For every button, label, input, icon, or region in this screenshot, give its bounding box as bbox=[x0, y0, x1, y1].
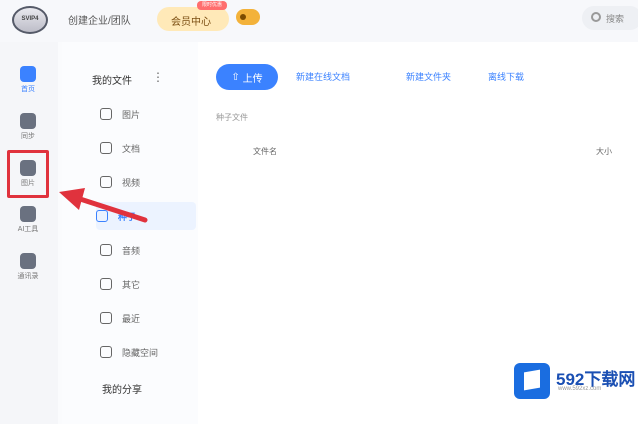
gamepad-icon[interactable] bbox=[236, 9, 260, 25]
new-online-doc-button[interactable]: 新建在线文档 bbox=[296, 70, 350, 83]
clock-icon bbox=[100, 312, 112, 324]
folder-item-label: 隐藏空间 bbox=[122, 347, 159, 358]
watermark: 592下载网 www.592xz.com bbox=[514, 363, 638, 403]
lock-icon bbox=[100, 346, 112, 358]
upload-button[interactable]: ⇧ 上传 bbox=[216, 64, 278, 90]
folder-item-images[interactable]: 图片 bbox=[100, 100, 210, 128]
top-bar: SVIP4 创建企业/团队 限时优惠 会员中心 搜索 bbox=[0, 0, 638, 42]
watermark-logo-icon bbox=[514, 363, 550, 399]
my-shares-link[interactable]: 我的分享 bbox=[102, 381, 142, 396]
upload-icon: ⇧ bbox=[231, 71, 243, 83]
nav-label: AI工具 bbox=[17, 226, 39, 233]
my-files-title[interactable]: 我的文件 bbox=[92, 72, 132, 87]
column-header-name[interactable]: 文件名 bbox=[253, 146, 277, 157]
highlight-box bbox=[7, 150, 49, 198]
sync-icon bbox=[20, 113, 36, 129]
annotation-arrow bbox=[59, 188, 148, 223]
create-team-link[interactable]: 创建企业/团队 bbox=[68, 12, 131, 27]
vip-center-button[interactable]: 限时优惠 会员中心 bbox=[157, 1, 229, 31]
contacts-icon bbox=[20, 253, 36, 269]
folder-item-documents[interactable]: 文档 bbox=[100, 134, 210, 162]
nav-item-home[interactable]: 首页 bbox=[8, 60, 48, 102]
nav-item-contacts[interactable]: 通讯录 bbox=[8, 247, 48, 289]
more-options-icon[interactable]: ⋮ bbox=[152, 70, 164, 84]
folder-item-label: 文档 bbox=[122, 143, 141, 154]
new-folder-button[interactable]: 新建文件夹 bbox=[406, 70, 451, 83]
offline-download-button[interactable]: 离线下载 bbox=[488, 70, 524, 83]
nav-item-sync[interactable]: 同步 bbox=[8, 107, 48, 149]
folder-item-label: 图片 bbox=[122, 109, 141, 120]
logo-text: SVIP4 bbox=[21, 16, 39, 22]
folder-panel: 我的文件 ⋮ 图片 文档 视频 种子 音频 其它 最近 隐藏空间 我的分享 bbox=[62, 42, 198, 424]
search-placeholder: 搜索 bbox=[606, 14, 625, 24]
nav-label: 同步 bbox=[21, 133, 35, 140]
document-icon bbox=[100, 142, 112, 154]
folder-item-audio[interactable]: 音频 bbox=[100, 236, 210, 264]
search-input[interactable]: 搜索 bbox=[582, 6, 638, 30]
nav-item-ai-tools[interactable]: AI工具 bbox=[8, 200, 48, 242]
current-folder-title: 种子文件 bbox=[216, 113, 248, 122]
folder-item-label: 音频 bbox=[122, 245, 141, 256]
cloud-icon bbox=[20, 66, 36, 82]
vip-center-label: 会员中心 bbox=[171, 17, 211, 28]
folder-item-other[interactable]: 其它 bbox=[100, 270, 210, 298]
image-icon bbox=[100, 108, 112, 120]
folder-item-recent[interactable]: 最近 bbox=[100, 304, 210, 332]
upload-label: 上传 bbox=[242, 73, 263, 85]
more-icon bbox=[100, 278, 112, 290]
nav-label: 首页 bbox=[21, 86, 35, 93]
ai-icon bbox=[20, 206, 36, 222]
folder-item-hidden-space[interactable]: 隐藏空间 bbox=[100, 338, 210, 366]
column-header-size[interactable]: 大小 bbox=[596, 146, 612, 157]
folder-item-label: 最近 bbox=[122, 313, 141, 324]
nav-label: 通讯录 bbox=[17, 273, 39, 280]
audio-icon bbox=[100, 244, 112, 256]
watermark-url: www.592xz.com bbox=[558, 386, 602, 392]
app-logo[interactable]: SVIP4 bbox=[12, 6, 48, 34]
vip-promo-tag: 限时优惠 bbox=[197, 1, 227, 10]
folder-item-label: 其它 bbox=[122, 279, 141, 290]
left-nav: 首页 同步 图片 AI工具 通讯录 bbox=[0, 42, 58, 424]
search-icon bbox=[591, 12, 601, 22]
